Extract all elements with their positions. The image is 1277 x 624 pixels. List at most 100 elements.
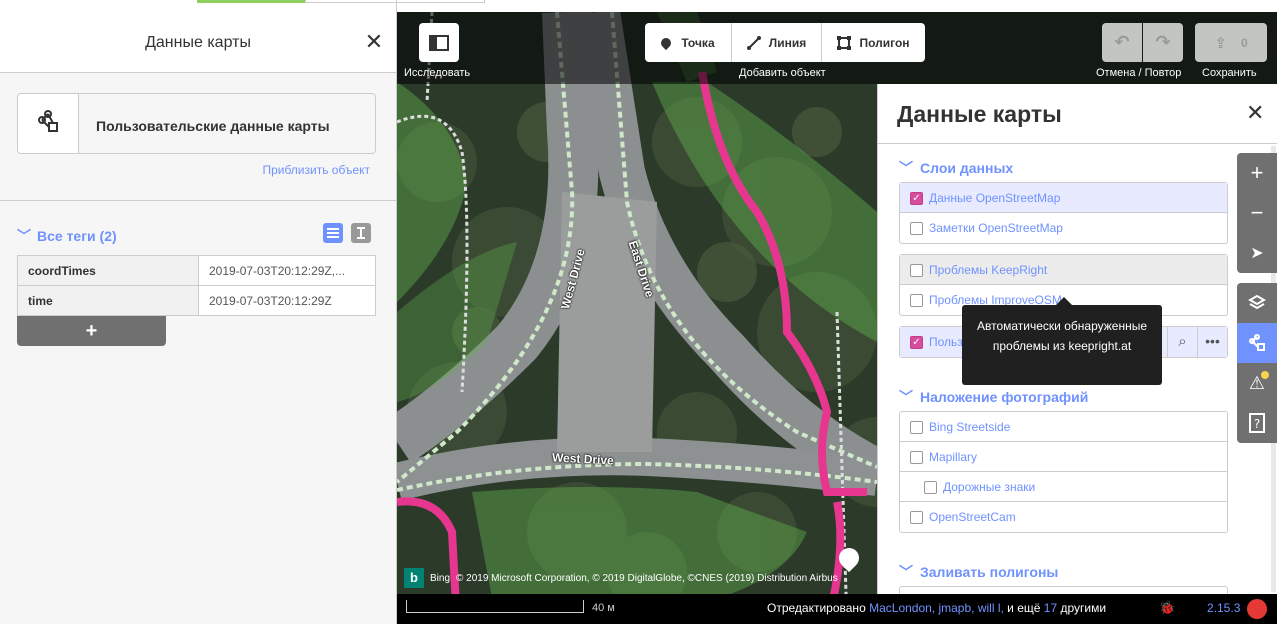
preset-button[interactable]: Пользовательские данные карты [17,93,376,154]
gift-icon[interactable] [1247,599,1267,619]
data-layers-toggle[interactable]: ﹀ Слои данных [899,158,1013,178]
layers-icon [1248,294,1266,310]
map-data-header: Данные карты ✕ [878,84,1277,144]
edited-by-more: и ещё [1007,601,1041,615]
preset-icon-box [18,94,79,153]
photo-overlays-toggle[interactable]: ﹀ Наложение фотографий [899,387,1088,407]
zoom-out-button[interactable]: − [1237,193,1277,233]
checkbox[interactable] [924,481,937,494]
close-icon[interactable]: ✕ [362,30,386,54]
tag-table: coordTimes 2019-07-03T20:12:29Z,... time… [17,255,376,316]
bing-logo-icon: b [404,568,424,588]
help-icon: ? [1249,413,1265,433]
redo-icon: ↷ [1155,32,1171,52]
issues-pane-button[interactable]: ⚠ [1237,363,1277,403]
add-area-button[interactable]: Полигон [822,23,925,62]
top-strip [0,0,485,12]
line-label: Линия [768,35,807,50]
layer-label: Дорожные знаки [943,480,1036,494]
version-link[interactable]: 2.15.3 [1207,601,1240,615]
point-label: Точка [681,35,715,50]
layer-mapillary[interactable]: Mapillary [900,442,1227,472]
data-nodes-icon [38,110,58,132]
zoom-to-feature-link[interactable]: Приблизить объект [262,163,370,177]
keepright-tooltip: Автоматически обнаруженные проблемы из k… [962,297,1162,385]
background-pane-button[interactable] [1237,283,1277,323]
edited-by-prefix: Отредактировано [767,601,866,615]
layer-label: Проблемы KeepRight [929,263,1048,277]
scale-label: 40 м [592,602,615,614]
layer-osm-data[interactable]: ✓ Данные OpenStreetMap [900,183,1227,213]
upload-icon: ⇪ [1214,34,1227,52]
undo-button[interactable]: ↶ [1102,23,1142,62]
add-line-button[interactable]: Линия [732,23,822,62]
sidebar-toggle-button[interactable] [419,23,459,62]
tag-key-field[interactable]: time [17,285,199,316]
contributor-count[interactable]: 17 [1044,601,1057,615]
contributor-links[interactable]: MacLondon, jmapb, will l, [869,601,1004,615]
photo-layers-group: Bing Streetside Mapillary Дорожные знаки… [899,411,1228,533]
chevron-down-icon: ﹀ [899,564,913,580]
checkbox[interactable] [910,421,923,434]
checkbox[interactable] [910,294,923,307]
help-pane-button[interactable]: ? [1237,403,1277,443]
add-feature-caption: Добавить объект [739,67,826,79]
layer-traffic-signs[interactable]: Дорожные знаки [900,472,1227,502]
attribution-text: © 2019 Microsoft Corporation, © 2019 Dig… [456,572,838,584]
contributors: Отредактировано MacLondon, jmapb, will l… [767,601,1106,615]
save-caption: Сохранить [1202,67,1257,79]
top-tab-active[interactable] [197,0,305,3]
text-view-icon[interactable] [350,223,371,243]
divider [0,200,396,201]
fill-options-group [899,586,1228,594]
checkbox[interactable] [910,264,923,277]
layer-label: Bing Streetside [929,420,1011,434]
undo-icon: ↶ [1114,32,1130,52]
top-tab[interactable] [305,0,485,3]
tag-key-field[interactable]: coordTimes [17,255,199,286]
list-view-icon[interactable] [323,223,343,243]
save-button[interactable]: ⇪ 0 [1195,23,1267,62]
layer-osm-notes[interactable]: Заметки OpenStreetMap [900,213,1227,243]
all-tags-label: Все теги (2) [37,228,117,244]
polygon-label: Полигон [859,35,910,50]
zoom-in-button[interactable]: + [1237,153,1277,193]
redo-button[interactable]: ↷ [1143,23,1183,62]
add-point-button[interactable]: Точка [645,23,732,62]
layer-bing-streetside[interactable]: Bing Streetside [900,412,1227,442]
preset-label: Пользовательские данные карты [96,118,330,134]
add-tag-button[interactable]: + [17,316,166,346]
data-layers-group: ✓ Данные OpenStreetMap Заметки OpenStree… [899,182,1228,244]
explore-caption: Исследовать [404,67,471,79]
geolocate-button[interactable]: ➤ [1237,233,1277,273]
data-layers-label: Слои данных [920,160,1014,176]
layer-label: Данные OpenStreetMap [929,191,1061,205]
map-data-title: Данные карты [897,101,1062,127]
bug-icon[interactable]: 🐞 [1159,600,1175,616]
tag-value-field[interactable]: 2019-07-03T20:12:29Z [198,285,376,316]
close-icon[interactable]: ✕ [1246,100,1264,126]
all-tags-toggle[interactable]: ﹀ Все теги (2) [17,226,117,246]
data-nodes-icon [1249,334,1265,351]
checkbox[interactable] [910,222,923,235]
map-data-pane-button[interactable] [1237,323,1277,363]
checkbox[interactable] [910,511,923,524]
layer-openstreetcam[interactable]: OpenStreetCam [900,502,1227,532]
top-toolbar: Исследовать Точка Линия Полигон Добавить… [397,12,1277,84]
undo-redo-caption: Отмена / Повтор [1096,67,1182,79]
sidebar-icon [429,34,449,51]
checkbox[interactable] [910,451,923,464]
layer-label: Mapillary [929,450,978,464]
tag-value-field[interactable]: 2019-07-03T20:12:29Z,... [198,255,376,286]
checkbox[interactable]: ✓ [910,192,923,205]
layer-keepright[interactable]: Проблемы KeepRight [900,255,1227,285]
scale-bar[interactable] [406,600,584,613]
location-arrow-icon: ➤ [1250,245,1264,262]
line-icon [746,35,761,50]
more-icon[interactable]: ••• [1197,327,1227,357]
footer-bar: 40 м Отредактировано MacLondon, jmapb, w… [397,594,1277,624]
checkbox[interactable]: ✓ [910,336,923,349]
search-icon[interactable]: ⌕ [1167,327,1197,357]
fill-areas-toggle[interactable]: ﹀ Заливать полигоны [899,562,1058,582]
bing-label: Bing [430,572,451,584]
